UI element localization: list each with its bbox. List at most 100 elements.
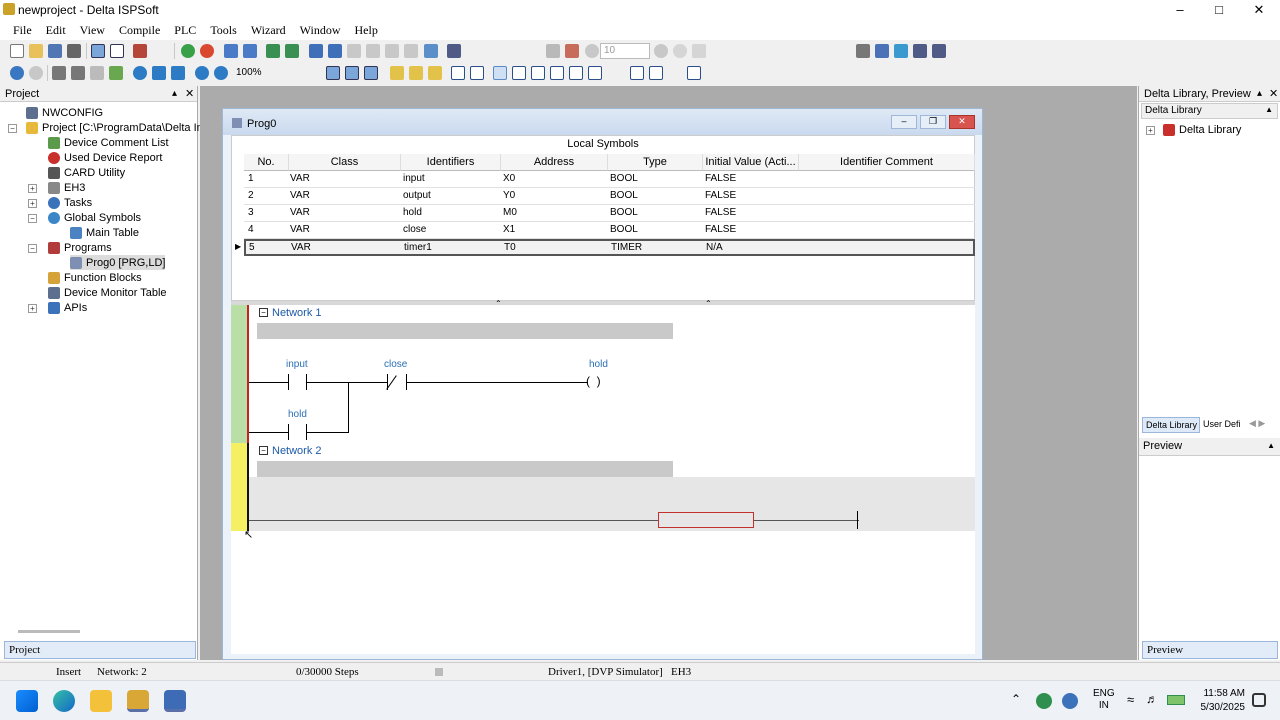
network2-label[interactable]: Network 2 xyxy=(272,445,322,457)
monitor-icon[interactable] xyxy=(328,44,342,58)
col-no[interactable]: No. xyxy=(244,154,289,171)
col-initial-value[interactable]: Initial Value (Acti... xyxy=(703,154,799,171)
insert-icon[interactable] xyxy=(390,66,404,80)
notification-icon[interactable] xyxy=(1252,693,1266,707)
edit-cursor-box[interactable] xyxy=(658,512,754,528)
tray-chevron-icon[interactable]: ⌃ xyxy=(1011,692,1021,706)
compile-icon[interactable] xyxy=(224,44,238,58)
goto-icon[interactable] xyxy=(171,66,185,80)
table-row-selected[interactable]: 5 VAR timer1 T0 TIMER N/A xyxy=(244,239,975,256)
menu-wizard[interactable]: Wizard xyxy=(244,20,293,40)
function-block-icon[interactable] xyxy=(550,66,564,80)
branch-icon[interactable] xyxy=(630,66,644,80)
tree-expander[interactable]: + xyxy=(28,199,37,208)
wire-icon[interactable] xyxy=(512,66,526,80)
compile-all-icon[interactable] xyxy=(243,44,257,58)
steps-spinner[interactable]: 10 xyxy=(600,43,650,59)
col-address[interactable]: Address xyxy=(501,154,608,171)
tab-user-defined[interactable]: User Defi xyxy=(1200,417,1246,433)
tree-expander[interactable]: − xyxy=(28,214,37,223)
menu-compile[interactable]: Compile xyxy=(112,20,167,40)
zoom-combo[interactable]: 100% xyxy=(232,65,316,81)
network2-bar[interactable] xyxy=(231,443,247,531)
settings-icon[interactable] xyxy=(424,44,438,58)
erase-icon[interactable] xyxy=(109,66,123,80)
network1-comment-box[interactable] xyxy=(257,323,673,339)
language-indicator[interactable]: ENG IN xyxy=(1093,688,1115,712)
minimize-button[interactable]: – xyxy=(1160,0,1200,20)
collapse-icon[interactable]: − xyxy=(259,308,268,317)
pin-icon[interactable]: ▴ xyxy=(1257,88,1262,99)
tree-item-eh3[interactable]: EH3 xyxy=(48,180,85,195)
library-icon[interactable] xyxy=(133,44,147,58)
tab-delta-library[interactable]: Delta Library xyxy=(1142,417,1200,433)
contact-hold-left[interactable] xyxy=(288,424,289,440)
run-icon[interactable] xyxy=(181,44,195,58)
battery-icon[interactable] xyxy=(1167,695,1185,705)
network2-comment-box[interactable] xyxy=(257,461,673,477)
layout-icon[interactable] xyxy=(91,44,105,58)
save-icon[interactable] xyxy=(48,44,62,58)
tree-item-function-blocks[interactable]: Function Blocks xyxy=(48,270,142,285)
menu-tools[interactable]: Tools xyxy=(203,20,244,40)
tree-expander[interactable]: + xyxy=(1146,126,1155,135)
tree-item-tasks[interactable]: Tasks xyxy=(48,195,92,210)
tree-item-apis[interactable]: APIs xyxy=(48,300,87,315)
col-class[interactable]: Class xyxy=(289,154,401,171)
contact-nc-icon[interactable] xyxy=(470,66,484,80)
coil-hold-symbol[interactable]: ( ) xyxy=(586,374,601,388)
stop-icon[interactable] xyxy=(200,44,214,58)
col-identifier-comment[interactable]: Identifier Comment xyxy=(799,154,975,171)
zoom-out-icon[interactable] xyxy=(214,66,228,80)
collapse-arrow-icon[interactable]: ▲ xyxy=(1267,441,1275,450)
network1-bar[interactable] xyxy=(231,305,247,443)
tray-app-icon[interactable] xyxy=(1036,693,1052,709)
contact-input-left[interactable] xyxy=(288,374,289,390)
and-icon[interactable] xyxy=(588,66,602,80)
child-restore-button[interactable]: ❐ xyxy=(920,115,946,129)
menu-file[interactable]: File xyxy=(6,20,39,40)
tree-item-global-symbols[interactable]: Global Symbols xyxy=(48,210,141,225)
maximize-button[interactable]: □ xyxy=(1199,0,1239,20)
menu-window[interactable]: Window xyxy=(293,20,348,40)
tree-item-nwconfig[interactable]: NWCONFIG xyxy=(26,105,103,120)
print-icon[interactable] xyxy=(67,44,81,58)
tree-item-prog0[interactable]: Prog0 [PRG,LD] xyxy=(70,255,166,270)
view-icon[interactable] xyxy=(932,44,946,58)
open-icon[interactable] xyxy=(29,44,43,58)
tree-item-card-utility[interactable]: CARD Utility xyxy=(48,165,125,180)
menu-edit[interactable]: Edit xyxy=(39,20,73,40)
file-explorer-icon[interactable] xyxy=(90,690,112,712)
vertical-line-icon[interactable] xyxy=(649,66,663,80)
offline-mode-icon[interactable] xyxy=(29,66,43,80)
view-icon[interactable] xyxy=(856,44,870,58)
table-row[interactable]: 3 VAR hold M0 BOOL FALSE xyxy=(244,205,975,222)
tree-item-project[interactable]: Project [C:\ProgramData\Delta Inc xyxy=(26,120,208,135)
library-dropdown[interactable]: Delta Library ▲ xyxy=(1141,103,1278,119)
tree-item-delta-library[interactable]: Delta Library xyxy=(1163,122,1241,137)
collapse-icon[interactable]: − xyxy=(259,446,268,455)
view-icon[interactable] xyxy=(913,44,927,58)
splitter-down-icon[interactable]: ⌃ xyxy=(705,299,712,308)
ladder-mode-icon[interactable] xyxy=(326,66,340,80)
tree-item-programs[interactable]: Programs xyxy=(48,240,112,255)
menu-view[interactable]: View xyxy=(73,20,112,40)
tree-expander[interactable]: + xyxy=(28,184,37,193)
find-icon[interactable] xyxy=(133,66,147,80)
ladder-editor[interactable]: ⌃ ⌃ − Network 1 input close hold hold ( … xyxy=(231,299,975,654)
insert-icon[interactable] xyxy=(409,66,423,80)
pin-icon[interactable]: ▴ xyxy=(172,88,177,99)
table-row[interactable]: 1 VAR input X0 BOOL FALSE xyxy=(244,171,975,188)
online-icon[interactable] xyxy=(309,44,323,58)
tree-item-used-device-report[interactable]: Used Device Report xyxy=(48,150,162,165)
network-icon[interactable] xyxy=(447,44,461,58)
close-button[interactable]: ✕ xyxy=(1239,0,1279,20)
splitter-up-icon[interactable]: ⌃ xyxy=(495,299,502,308)
child-minimize-button[interactable]: – xyxy=(891,115,917,129)
simulator-taskbar-icon[interactable] xyxy=(164,690,186,712)
tree-item-device-comment-list[interactable]: Device Comment List xyxy=(48,135,169,150)
menu-plc[interactable]: PLC xyxy=(167,20,203,40)
block-icon[interactable] xyxy=(687,66,701,80)
ispsoft-taskbar-icon[interactable] xyxy=(127,690,149,712)
panel-close-icon[interactable]: ✕ xyxy=(1269,87,1278,100)
